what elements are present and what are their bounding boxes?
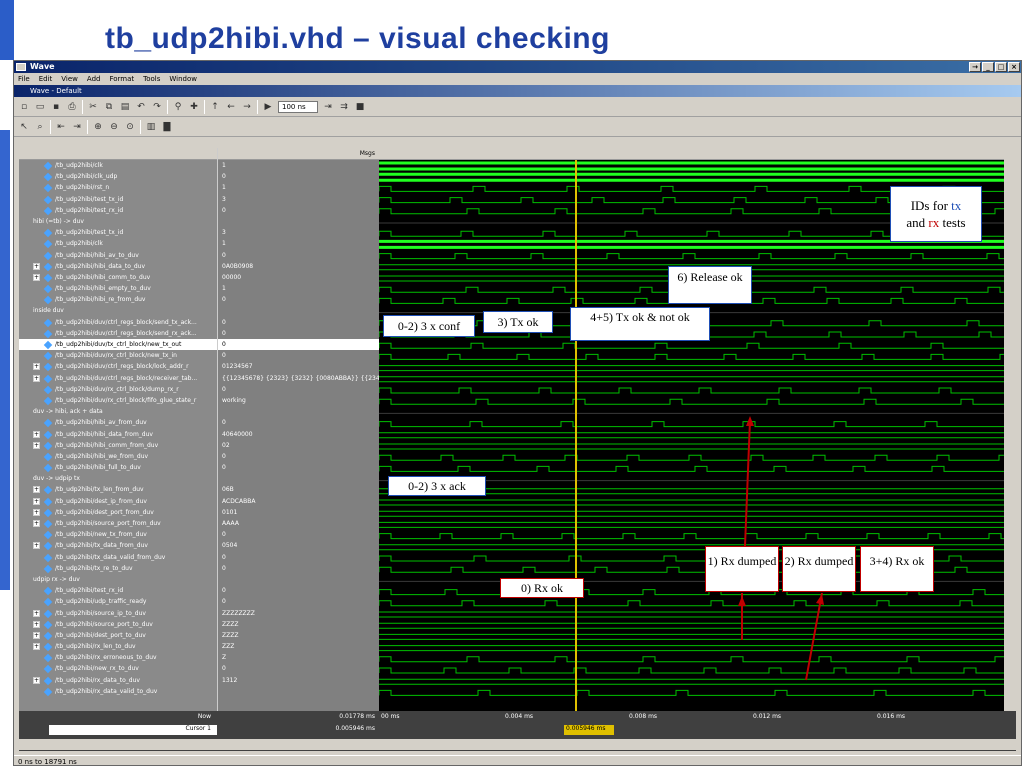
arrow-rx1-up: [744, 419, 751, 547]
slide: tb_udp2hibi.vhd – visual checking Wave →…: [0, 0, 1024, 768]
arrowhead-rx2: [816, 594, 824, 605]
arrowhead-rx1-down: [738, 596, 746, 606]
arrow-rx2: [805, 592, 823, 681]
annotation-arrows: [738, 416, 824, 681]
arrowhead-rx1-up: [746, 416, 754, 426]
